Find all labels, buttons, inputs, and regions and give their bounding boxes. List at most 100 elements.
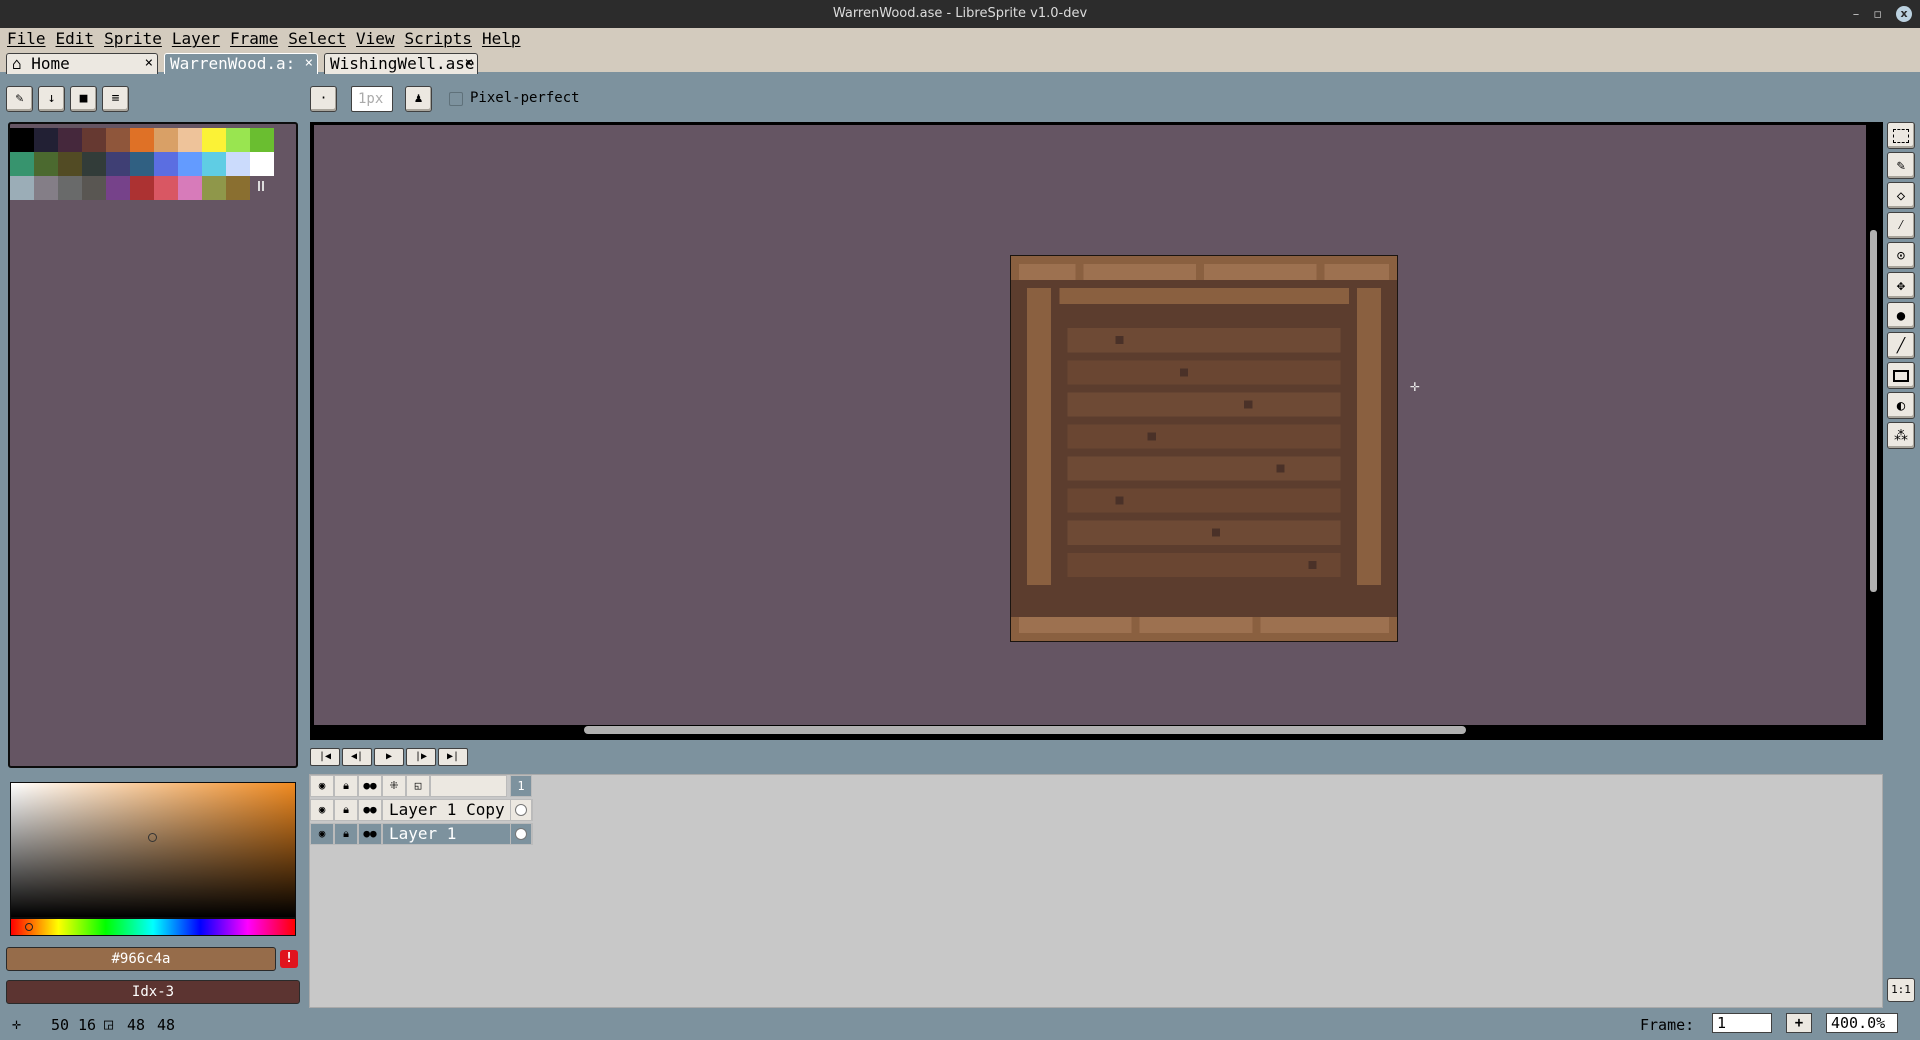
lock-header-icon[interactable]: 🔒︎ bbox=[334, 775, 358, 797]
palette-swatch[interactable] bbox=[82, 128, 106, 152]
zoom-tool[interactable]: ⊙ bbox=[1887, 242, 1915, 269]
palette-swatch[interactable] bbox=[34, 152, 58, 176]
continuous-icon[interactable]: ●● bbox=[358, 823, 382, 845]
vertical-scrollbar[interactable] bbox=[1870, 230, 1877, 592]
color-picker-cursor[interactable] bbox=[148, 833, 157, 842]
palette-swatch[interactable] bbox=[82, 152, 106, 176]
palette-swatch[interactable] bbox=[106, 128, 130, 152]
palette-sort-button[interactable]: ↓ bbox=[38, 86, 65, 112]
add-frame-button[interactable]: + bbox=[1786, 1013, 1812, 1033]
palette-swatch[interactable] bbox=[130, 128, 154, 152]
palette-swatch[interactable] bbox=[34, 128, 58, 152]
palette-swatch[interactable] bbox=[202, 176, 226, 200]
layer-header-icon[interactable]: ◱ bbox=[406, 775, 430, 797]
hue-slider[interactable] bbox=[10, 918, 296, 936]
menu-scripts[interactable]: Scripts bbox=[404, 28, 481, 50]
move-tool[interactable]: ✥ bbox=[1887, 272, 1915, 299]
palette-swatch[interactable] bbox=[202, 128, 226, 152]
menu-sprite[interactable]: Sprite bbox=[103, 28, 171, 50]
hue-slider-thumb[interactable] bbox=[25, 923, 33, 931]
palette-swatch[interactable] bbox=[178, 176, 202, 200]
palette-swatch[interactable] bbox=[10, 176, 34, 200]
paint-bucket-tool[interactable]: ● bbox=[1887, 302, 1915, 329]
continuous-icon[interactable]: ●● bbox=[358, 799, 382, 821]
pixel-perfect-checkbox[interactable] bbox=[449, 92, 463, 106]
menu-layer[interactable]: Layer bbox=[171, 28, 229, 50]
minimize-button[interactable]: – bbox=[1853, 7, 1860, 22]
palette-swatch[interactable] bbox=[58, 128, 82, 152]
palette-swatch[interactable] bbox=[82, 176, 106, 200]
brush-size-input[interactable]: 1px bbox=[351, 86, 393, 112]
sprite-canvas[interactable] bbox=[1010, 255, 1398, 642]
palette-presets-button[interactable]: ■ bbox=[70, 86, 97, 112]
palette-swatch[interactable] bbox=[130, 176, 154, 200]
palette-swatch[interactable] bbox=[58, 152, 82, 176]
palette-swatch[interactable] bbox=[34, 176, 58, 200]
palette-swatch[interactable] bbox=[250, 128, 274, 152]
palette-swatch[interactable] bbox=[106, 152, 130, 176]
frame-number-input[interactable]: 1 bbox=[1712, 1013, 1772, 1033]
continuous-header-icon[interactable]: ●● bbox=[358, 775, 382, 797]
foreground-color-button[interactable]: #966c4a bbox=[6, 947, 276, 971]
pencil-tool[interactable]: ✎ bbox=[1887, 152, 1915, 179]
palette-swatch[interactable] bbox=[178, 128, 202, 152]
eraser-tool[interactable]: ◇ bbox=[1887, 182, 1915, 209]
menu-view[interactable]: View bbox=[355, 28, 404, 50]
eye-icon[interactable]: ◉ bbox=[310, 823, 334, 845]
close-window-button[interactable]: x bbox=[1896, 6, 1912, 22]
close-tab-icon[interactable]: × bbox=[305, 54, 313, 73]
palette-swatch[interactable] bbox=[226, 152, 250, 176]
reset-zoom-button[interactable]: 1:1 bbox=[1887, 978, 1915, 1002]
restore-button[interactable]: ▫ bbox=[1873, 7, 1882, 22]
tab-home[interactable]: ⌂ Home × bbox=[6, 53, 158, 74]
eyedropper-tool[interactable]: ⁄ bbox=[1887, 212, 1915, 239]
close-tab-icon[interactable]: × bbox=[465, 54, 473, 73]
play-button[interactable]: ▶ bbox=[374, 748, 404, 766]
visibility-header-icon[interactable]: ◉ bbox=[310, 775, 334, 797]
palette-swatch[interactable] bbox=[250, 152, 274, 176]
palette-swatch[interactable] bbox=[202, 152, 226, 176]
menu-select[interactable]: Select bbox=[287, 28, 355, 50]
cel-selected[interactable] bbox=[510, 823, 532, 845]
first-frame-button[interactable]: |◀ bbox=[310, 748, 340, 766]
eye-icon[interactable]: ◉ bbox=[310, 799, 334, 821]
frame-header-1[interactable]: 1 bbox=[510, 775, 532, 797]
palette-edit-button[interactable]: ✎ bbox=[6, 86, 33, 112]
palette-options-button[interactable]: ≡ bbox=[102, 86, 129, 112]
palette-swatch[interactable] bbox=[178, 152, 202, 176]
palette-swatch[interactable] bbox=[10, 128, 34, 152]
palette-swatch[interactable] bbox=[154, 128, 178, 152]
previous-frame-button[interactable]: ◀| bbox=[342, 748, 372, 766]
menu-edit[interactable]: Edit bbox=[55, 28, 104, 50]
palette-swatch[interactable] bbox=[154, 152, 178, 176]
ink-type-button[interactable]: ♟ bbox=[405, 86, 432, 112]
tab-wishingwell[interactable]: WishingWell.ase × bbox=[324, 53, 478, 74]
rectangle-tool[interactable] bbox=[1887, 362, 1915, 389]
menu-help[interactable]: Help bbox=[481, 28, 530, 50]
palette-resize-handle[interactable] bbox=[258, 181, 264, 191]
color-saturation-value-box[interactable] bbox=[10, 782, 296, 918]
palette-swatch[interactable] bbox=[10, 152, 34, 176]
rectangular-marquee-tool[interactable] bbox=[1887, 122, 1915, 149]
lock-icon[interactable]: 🔒︎ bbox=[334, 823, 358, 845]
cel[interactable] bbox=[510, 799, 532, 821]
line-tool[interactable]: ╱ bbox=[1887, 332, 1915, 359]
palette-swatch[interactable] bbox=[130, 152, 154, 176]
background-color-button[interactable]: Idx-3 bbox=[6, 980, 300, 1004]
warning-icon[interactable]: ! bbox=[280, 950, 298, 968]
next-frame-button[interactable]: |▶ bbox=[406, 748, 436, 766]
layer-row-selected[interactable]: ◉ 🔒︎ ●● Layer 1 bbox=[310, 823, 533, 845]
brush-type-button[interactable]: · bbox=[310, 86, 337, 112]
palette-swatch[interactable] bbox=[154, 176, 178, 200]
palette-swatch[interactable] bbox=[106, 176, 130, 200]
menu-file[interactable]: File bbox=[6, 28, 55, 50]
last-frame-button[interactable]: ▶| bbox=[438, 748, 468, 766]
palette-swatch[interactable] bbox=[226, 128, 250, 152]
zoom-level-input[interactable]: 400.0% bbox=[1826, 1013, 1898, 1033]
onion-skin-icon[interactable]: ⁜ bbox=[382, 775, 406, 797]
spray-tool[interactable]: ⁂ bbox=[1887, 422, 1915, 449]
horizontal-scrollbar[interactable] bbox=[584, 726, 1466, 734]
palette-swatch[interactable] bbox=[226, 176, 250, 200]
close-tab-icon[interactable]: × bbox=[145, 54, 153, 73]
palette-swatch[interactable] bbox=[58, 176, 82, 200]
